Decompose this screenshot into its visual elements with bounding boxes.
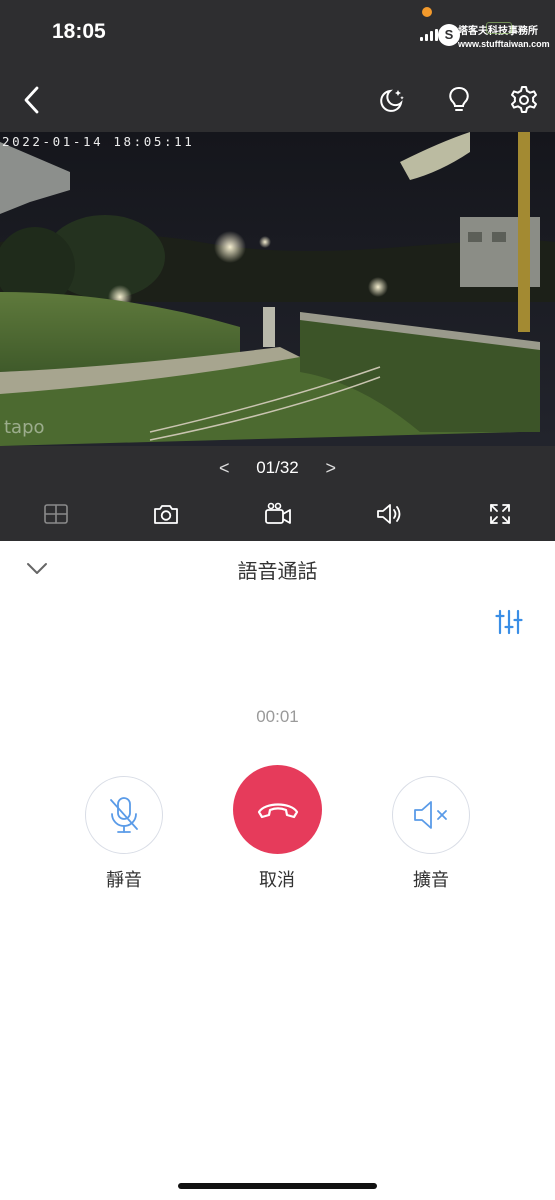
light-button[interactable] xyxy=(441,82,477,118)
status-time: 18:05 xyxy=(52,20,106,43)
chevron-left-icon xyxy=(24,86,39,114)
phone-hangup-icon xyxy=(257,802,298,818)
camera-icon xyxy=(154,505,178,524)
pager-count: 01/32 xyxy=(256,458,299,477)
moon-stars-icon xyxy=(380,89,404,112)
grid-view-icon xyxy=(44,504,68,524)
watermark-url: www.stufftaiwan.com xyxy=(458,39,550,49)
video-record-icon xyxy=(265,502,291,524)
privacy-dot xyxy=(422,7,432,17)
audio-settings-button[interactable] xyxy=(494,608,524,636)
video-scene xyxy=(0,132,555,446)
microphone-muted-icon xyxy=(110,797,138,833)
speaker-muted-icon xyxy=(414,801,447,829)
video-timestamp: 2022-01-14 18:05:11 xyxy=(2,134,195,149)
voice-call-header: 語音通話 xyxy=(0,541,555,595)
cancel-label: 取消 xyxy=(259,870,295,890)
sheet-title: 語音通話 xyxy=(237,561,318,583)
speaker-icon xyxy=(377,504,401,524)
watermark-logo-icon: S xyxy=(438,24,460,46)
speaker-button[interactable] xyxy=(374,500,404,528)
signal-icon xyxy=(420,29,440,41)
mute-button[interactable] xyxy=(85,776,163,854)
battery-icon xyxy=(486,22,512,34)
snapshot-button[interactable] xyxy=(151,500,181,528)
live-video-feed[interactable]: 2022-01-14 18:05:11 tapo xyxy=(0,132,555,446)
gear-icon xyxy=(511,86,537,113)
nav-bar xyxy=(0,70,555,130)
status-bar: 18:05 S 塔客夫科技事務所 www.stufftaiwan.com xyxy=(0,0,555,64)
fullscreen-button[interactable] xyxy=(485,500,515,528)
pager-prev-button[interactable]: < xyxy=(212,458,236,479)
hangup-button[interactable] xyxy=(233,765,322,854)
fullscreen-icon xyxy=(490,504,510,524)
camera-pager: < 01/32 > xyxy=(0,446,555,490)
home-indicator[interactable] xyxy=(178,1183,377,1189)
grid-view-button[interactable] xyxy=(41,500,71,528)
video-brand-logo: tapo xyxy=(4,417,45,438)
speakerphone-button[interactable] xyxy=(392,776,470,854)
speaker-label: 擴音 xyxy=(413,870,449,890)
settings-button[interactable] xyxy=(506,82,542,118)
call-timer: 00:01 xyxy=(256,707,299,726)
app-root: 18:05 S 塔客夫科技事務所 www.stufftaiwan.com 202… xyxy=(0,0,555,1200)
pager-next-button[interactable]: > xyxy=(319,458,343,479)
lightbulb-icon xyxy=(449,86,469,111)
mute-label: 靜音 xyxy=(106,870,142,890)
night-mode-button[interactable] xyxy=(374,82,410,118)
back-button[interactable] xyxy=(14,82,50,118)
equalizer-sliders-icon xyxy=(495,609,523,635)
camera-toolbar xyxy=(0,492,555,536)
record-button[interactable] xyxy=(263,500,293,528)
